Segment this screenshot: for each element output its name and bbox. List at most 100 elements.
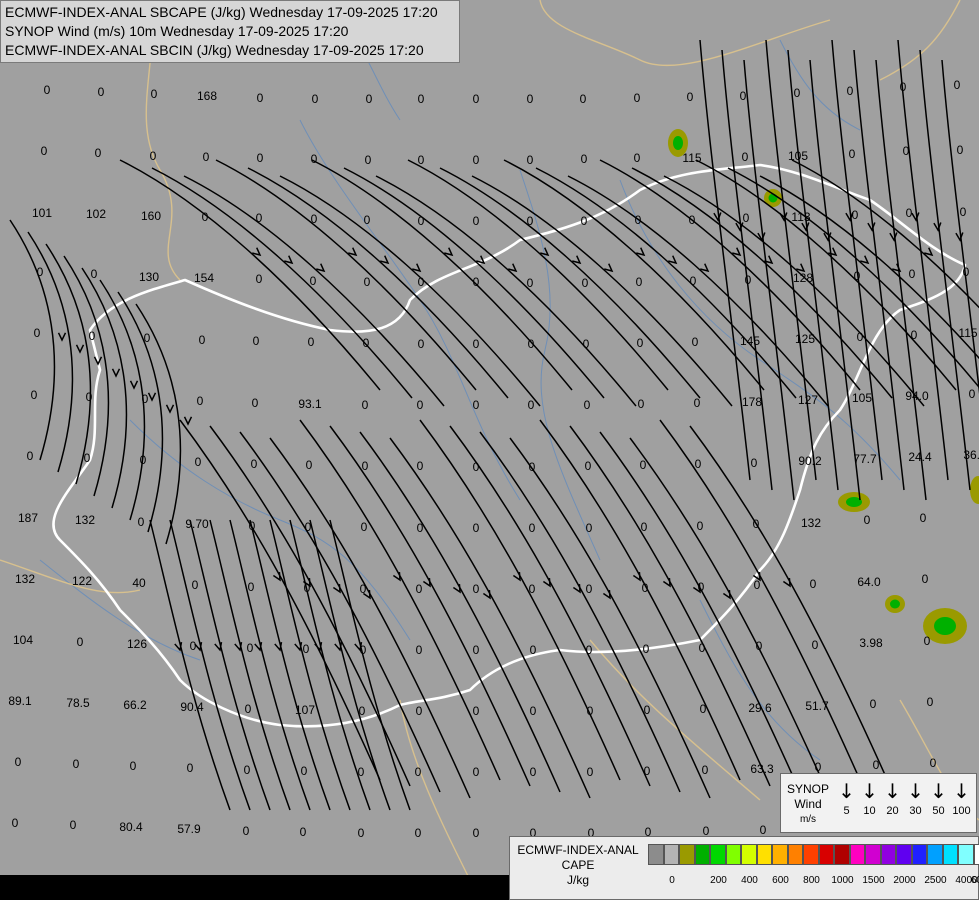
cin-value-label: 0 bbox=[756, 639, 763, 653]
cin-value-label: 64.0 bbox=[857, 575, 881, 589]
cin-value-label: 51.7 bbox=[805, 699, 829, 713]
wind-speed-item: ↓ 10 bbox=[858, 778, 881, 818]
cin-value-label: 0 bbox=[195, 455, 202, 469]
cin-value-label: 0 bbox=[418, 275, 425, 289]
cin-value-label: 132 bbox=[75, 513, 95, 527]
cin-value-label: 0 bbox=[142, 392, 149, 406]
synop-wind-legend: SYNOP Wind m/s ↓ 5 ↓ 10 ↓ 20 ↓ 30 ↓ 50 ↓ 100 bbox=[780, 773, 977, 833]
cin-value-label: 0 bbox=[130, 759, 137, 773]
cin-value-label: 0 bbox=[151, 87, 158, 101]
cin-value-label: 66.2 bbox=[123, 698, 147, 712]
wind-arrow-icon: ↓ bbox=[953, 779, 970, 803]
cin-value-label: 0 bbox=[473, 765, 480, 779]
cin-value-label: 0 bbox=[359, 704, 366, 718]
cin-value-label: 93.1 bbox=[298, 397, 322, 411]
cape-tick-label: 6000 bbox=[970, 875, 979, 886]
cin-value-label: 0 bbox=[34, 326, 41, 340]
cin-value-label: 0 bbox=[473, 214, 480, 228]
cin-value-label: 0 bbox=[527, 214, 534, 228]
cin-value-label: 0 bbox=[311, 152, 318, 166]
cin-value-label: 24.4 bbox=[908, 450, 932, 464]
wind-arrow-icon: ↓ bbox=[838, 779, 855, 803]
cape-legend-title: ECMWF-INDEX-ANAL CAPE J/kg bbox=[514, 843, 642, 888]
cape-color-swatch bbox=[927, 844, 943, 865]
cin-value-label: 105 bbox=[852, 391, 872, 405]
cin-value-label: 115 bbox=[958, 326, 977, 340]
title-line-cape: ECMWF-INDEX-ANAL SBCAPE (J/kg) Wednesday… bbox=[5, 4, 438, 20]
cin-value-label: 0 bbox=[311, 212, 318, 226]
title-line-wind: SYNOP Wind (m/s) 10m Wednesday 17-09-202… bbox=[5, 23, 349, 39]
cin-value-label: 0 bbox=[144, 331, 151, 345]
cin-value-label: 0 bbox=[416, 704, 423, 718]
cin-value-label: 77.7 bbox=[853, 452, 877, 466]
cin-value-label: 0 bbox=[640, 458, 647, 472]
cin-value-label: 0 bbox=[586, 521, 593, 535]
cin-value-label: 0 bbox=[364, 213, 371, 227]
wind-speed-item: ↓ 30 bbox=[904, 778, 927, 818]
cin-value-label: 145 bbox=[740, 334, 760, 348]
wind-arrow-icon: ↓ bbox=[884, 779, 901, 803]
cin-value-label: 132 bbox=[15, 572, 35, 586]
cin-value-label: 0 bbox=[473, 460, 480, 474]
cape-color-swatch bbox=[694, 844, 710, 865]
cin-value-label: 0 bbox=[418, 153, 425, 167]
map-title-box: ECMWF-INDEX-ANAL SBCAPE (J/kg) Wednesday… bbox=[0, 0, 460, 63]
cin-value-label: 0 bbox=[70, 818, 77, 832]
cin-value-label: 0 bbox=[903, 144, 910, 158]
cin-value-label: 9.70 bbox=[185, 517, 209, 531]
cin-value-label: 63.3 bbox=[750, 762, 774, 776]
cin-value-label: 0 bbox=[529, 521, 536, 535]
wind-speed-item: ↓ 50 bbox=[927, 778, 950, 818]
cin-value-label: 0 bbox=[812, 638, 819, 652]
cape-legend-unit: J/kg bbox=[566, 873, 589, 887]
wind-speed-label: 50 bbox=[932, 805, 945, 817]
cape-legend-title-line2: CAPE bbox=[561, 858, 595, 872]
cin-value-label: 0 bbox=[581, 214, 588, 228]
cin-value-label: 0 bbox=[969, 387, 976, 401]
cape-area-core bbox=[934, 617, 956, 635]
cin-value-label: 0 bbox=[697, 519, 704, 533]
cin-value-label: 0 bbox=[634, 151, 641, 165]
cin-value-label: 0 bbox=[581, 152, 588, 166]
synop-legend-title: SYNOP Wind m/s bbox=[787, 782, 829, 827]
cin-value-label: 0 bbox=[699, 641, 706, 655]
cin-value-label: 0 bbox=[643, 642, 650, 656]
synop-legend-unit: m/s bbox=[799, 814, 817, 825]
cin-value-label: 0 bbox=[641, 520, 648, 534]
cape-color-swatch bbox=[880, 844, 896, 865]
cape-area-core bbox=[673, 136, 683, 150]
cin-value-label: 0 bbox=[418, 214, 425, 228]
cape-color-swatch bbox=[756, 844, 772, 865]
cin-value-label: 0 bbox=[527, 153, 534, 167]
cin-value-label: 127 bbox=[798, 393, 818, 407]
cin-value-label: 0 bbox=[473, 521, 480, 535]
cin-value-label: 0 bbox=[751, 456, 758, 470]
cin-value-label: 0 bbox=[361, 520, 368, 534]
cin-value-label: 0 bbox=[473, 153, 480, 167]
cin-value-label: 0 bbox=[644, 764, 651, 778]
wind-speed-label: 30 bbox=[909, 805, 922, 817]
cin-value-label: 0 bbox=[138, 515, 145, 529]
cin-value-label: 0 bbox=[854, 269, 861, 283]
cin-value-label: 178 bbox=[742, 395, 762, 409]
cin-value-label: 0 bbox=[15, 755, 22, 769]
cin-value-label: 0 bbox=[587, 704, 594, 718]
synop-legend-label: SYNOP bbox=[787, 782, 830, 796]
cin-value-label: 0 bbox=[582, 276, 589, 290]
cin-value-label: 0 bbox=[930, 756, 937, 770]
cin-value-label: 0 bbox=[690, 274, 697, 288]
cin-value-label: 40 bbox=[132, 576, 146, 590]
cin-value-label: 0 bbox=[922, 572, 929, 586]
wind-arrow-icon: ↓ bbox=[930, 779, 947, 803]
weather-map[interactable]: 0 0 0 168 0 0 0 0 0 0 0 0 0 0 0 0 0 00 0 0 0 0 0 0 0 0 0 0 0 115 0 105 0… bbox=[0, 0, 979, 900]
cin-value-label: 0 bbox=[687, 90, 694, 104]
cin-value-label: 0 bbox=[362, 459, 369, 473]
wind-arrow-icon: ↓ bbox=[907, 779, 924, 803]
cin-value-label: 0 bbox=[753, 517, 760, 531]
cape-tick-label: 400 bbox=[741, 875, 758, 886]
cin-value-label: 0 bbox=[745, 273, 752, 287]
cin-value-label: 0 bbox=[760, 823, 767, 837]
cin-value-label: 0 bbox=[245, 702, 252, 716]
cin-value-label: 0 bbox=[852, 208, 859, 222]
cin-value-label: 0 bbox=[247, 641, 254, 655]
